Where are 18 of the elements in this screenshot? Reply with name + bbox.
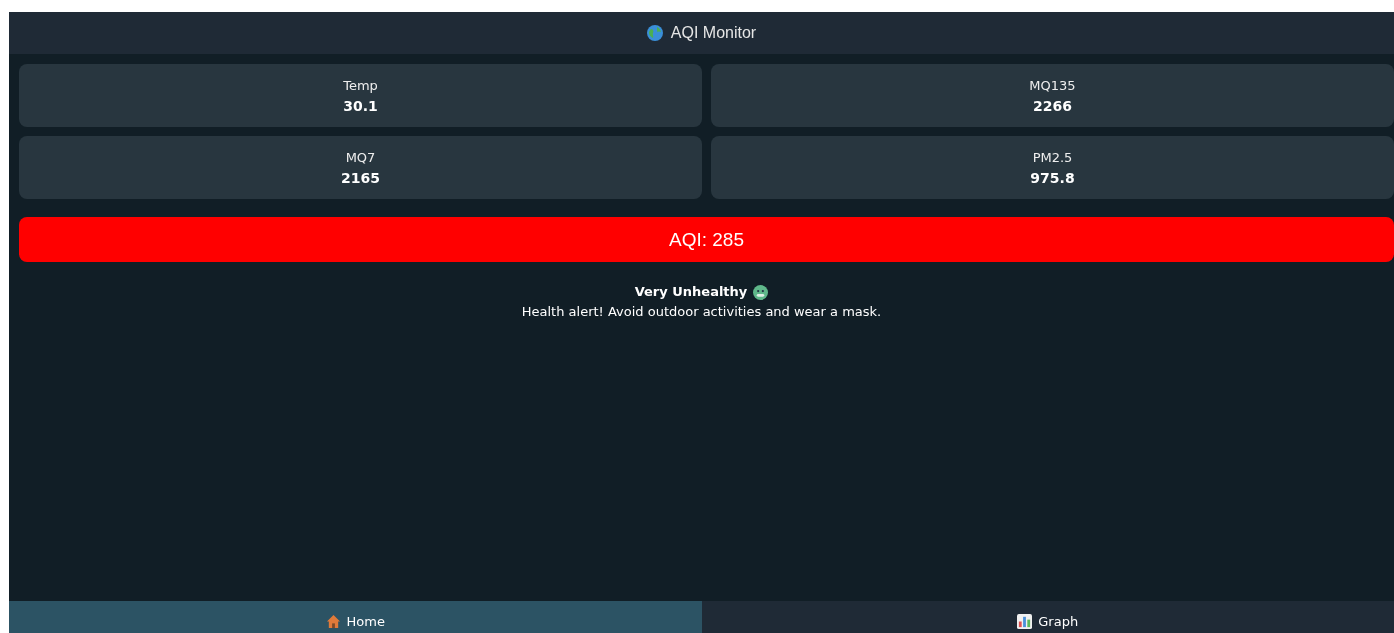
globe-icon <box>646 25 663 41</box>
aqi-value: AQI: 285 <box>669 228 744 251</box>
bar-chart-icon <box>1017 614 1033 629</box>
reading-value: 2266 <box>1033 96 1072 116</box>
nav-tab[interactable]: Graph <box>701 601 1394 633</box>
sick-face-icon <box>753 284 769 300</box>
reading-value: 2165 <box>341 168 380 188</box>
reading-label: PM2.5 <box>1032 148 1073 167</box>
reading-label: MQ135 <box>1029 76 1076 95</box>
reading-value: 975.8 <box>1030 168 1075 188</box>
status-message: Health alert! Avoid outdoor activities and wear a mask. <box>521 303 882 321</box>
reading-label: Temp <box>343 76 378 95</box>
reading-label: MQ7 <box>345 148 376 167</box>
reading-value: 30.1 <box>343 96 378 116</box>
house-icon <box>325 614 341 629</box>
app-title: AQI Monitor <box>670 24 757 42</box>
status-title: Very Unhealthy <box>634 283 748 301</box>
nav-tab[interactable]: Home <box>9 601 702 633</box>
